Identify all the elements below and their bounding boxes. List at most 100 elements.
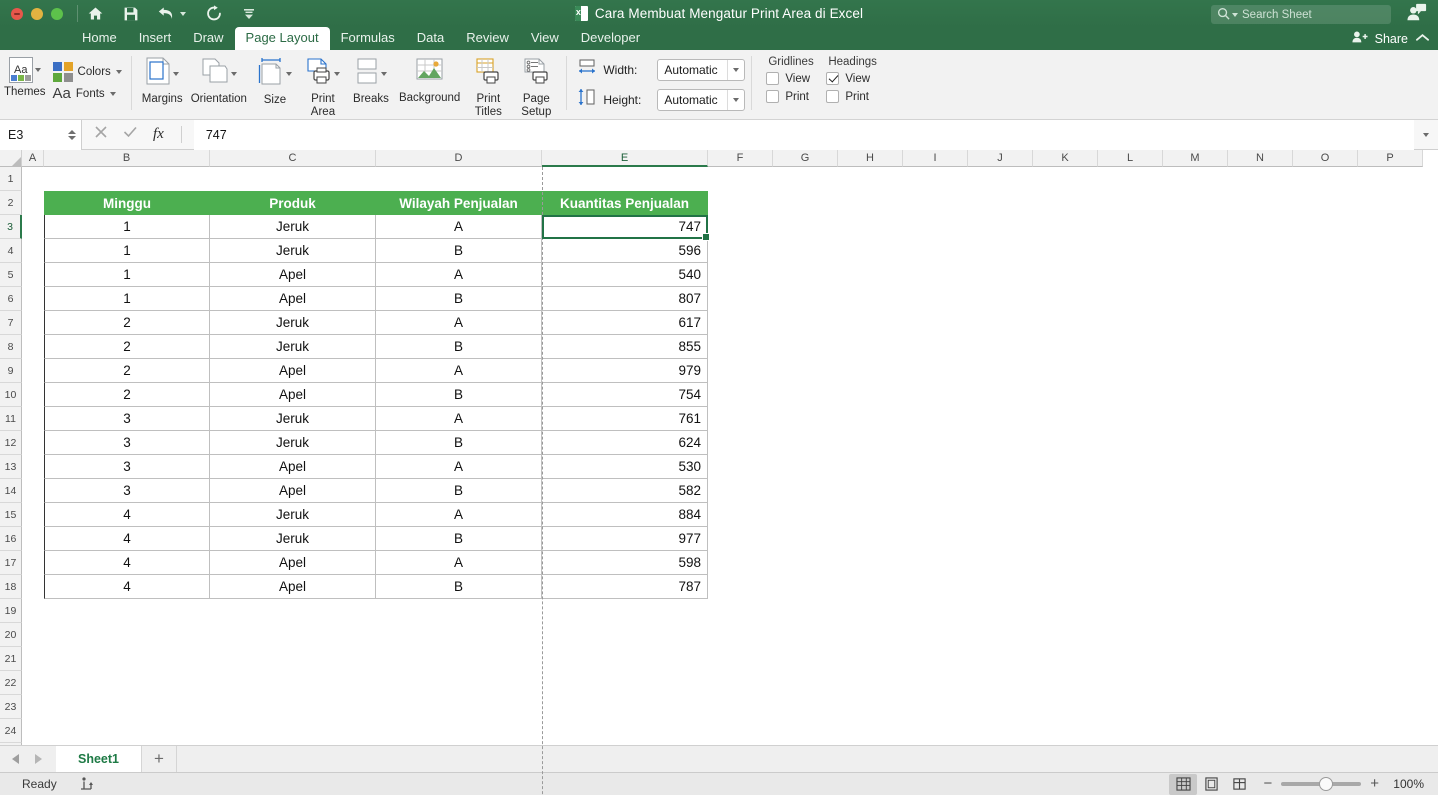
cell-P1[interactable] (1358, 167, 1423, 191)
cell-M2[interactable] (1163, 191, 1228, 215)
cell-M8[interactable] (1163, 335, 1228, 359)
cell-J3[interactable] (968, 215, 1033, 239)
cell-H16[interactable] (838, 527, 903, 551)
cell-I1[interactable] (903, 167, 968, 191)
cell-O16[interactable] (1293, 527, 1358, 551)
cell-M19[interactable] (1163, 599, 1228, 623)
cell-N21[interactable] (1228, 647, 1293, 671)
cell-I21[interactable] (903, 647, 968, 671)
cell-L22[interactable] (1098, 671, 1163, 695)
insert-function-icon[interactable]: fx (153, 126, 164, 143)
cell-L7[interactable] (1098, 311, 1163, 335)
cell-J20[interactable] (968, 623, 1033, 647)
cell-I10[interactable] (903, 383, 968, 407)
cell-G2[interactable] (773, 191, 838, 215)
cell-L16[interactable] (1098, 527, 1163, 551)
row-header-7[interactable]: 7 (0, 311, 22, 335)
row-header-8[interactable]: 8 (0, 335, 22, 359)
orientation-dropdown-icon[interactable] (231, 72, 237, 76)
tab-formulas[interactable]: Formulas (330, 27, 406, 50)
cell-P22[interactable] (1358, 671, 1423, 695)
cell-E19[interactable] (542, 599, 708, 623)
cell-A18[interactable] (22, 575, 44, 599)
cell-G3[interactable] (773, 215, 838, 239)
cell-P8[interactable] (1358, 335, 1423, 359)
row-header-17[interactable]: 17 (0, 551, 22, 575)
cell-E13[interactable]: 530 (542, 455, 708, 479)
cell-C20[interactable] (210, 623, 376, 647)
cell-H19[interactable] (838, 599, 903, 623)
cell-J10[interactable] (968, 383, 1033, 407)
cell-D9[interactable]: A (376, 359, 542, 383)
zoom-out-button[interactable]: − (1263, 778, 1272, 790)
headings-print-checkbox[interactable] (826, 90, 839, 103)
cell-G14[interactable] (773, 479, 838, 503)
cell-B4[interactable]: 1 (44, 239, 210, 263)
cell-C9[interactable]: Apel (210, 359, 376, 383)
collapse-ribbon-icon[interactable] (1415, 32, 1430, 46)
cell-H12[interactable] (838, 431, 903, 455)
cell-K16[interactable] (1033, 527, 1098, 551)
cell-G13[interactable] (773, 455, 838, 479)
cell-N10[interactable] (1228, 383, 1293, 407)
cell-K20[interactable] (1033, 623, 1098, 647)
cell-J16[interactable] (968, 527, 1033, 551)
cell-N20[interactable] (1228, 623, 1293, 647)
cell-M14[interactable] (1163, 479, 1228, 503)
cell-E10[interactable]: 754 (542, 383, 708, 407)
cell-G9[interactable] (773, 359, 838, 383)
cell-K5[interactable] (1033, 263, 1098, 287)
cell-F22[interactable] (708, 671, 773, 695)
cell-K9[interactable] (1033, 359, 1098, 383)
cell-D15[interactable]: A (376, 503, 542, 527)
cell-K11[interactable] (1033, 407, 1098, 431)
cell-H24[interactable] (838, 719, 903, 743)
cell-L2[interactable] (1098, 191, 1163, 215)
cell-G7[interactable] (773, 311, 838, 335)
cell-D12[interactable]: B (376, 431, 542, 455)
cell-J15[interactable] (968, 503, 1033, 527)
cell-M21[interactable] (1163, 647, 1228, 671)
cell-F6[interactable] (708, 287, 773, 311)
cell-C15[interactable]: Jeruk (210, 503, 376, 527)
minimize-window-button[interactable] (31, 8, 43, 20)
cell-H17[interactable] (838, 551, 903, 575)
collaborators-icon[interactable] (1406, 3, 1428, 28)
cell-A21[interactable] (22, 647, 44, 671)
cell-A10[interactable] (22, 383, 44, 407)
cell-B12[interactable]: 3 (44, 431, 210, 455)
cell-E15[interactable]: 884 (542, 503, 708, 527)
page-setup-button[interactable]: PageSetup (512, 54, 560, 118)
cell-F1[interactable] (708, 167, 773, 191)
cell-K8[interactable] (1033, 335, 1098, 359)
cell-J8[interactable] (968, 335, 1033, 359)
cell-N2[interactable] (1228, 191, 1293, 215)
cell-E12[interactable]: 624 (542, 431, 708, 455)
column-header-H[interactable]: H (838, 150, 903, 167)
cell-B19[interactable] (44, 599, 210, 623)
cell-F12[interactable] (708, 431, 773, 455)
cell-J11[interactable] (968, 407, 1033, 431)
gridlines-view-row[interactable]: View (766, 72, 826, 85)
cell-L19[interactable] (1098, 599, 1163, 623)
cell-P3[interactable] (1358, 215, 1423, 239)
cell-I9[interactable] (903, 359, 968, 383)
cell-F11[interactable] (708, 407, 773, 431)
cell-M11[interactable] (1163, 407, 1228, 431)
cell-P15[interactable] (1358, 503, 1423, 527)
cell-C14[interactable]: Apel (210, 479, 376, 503)
redo-icon[interactable] (205, 0, 223, 27)
cell-P23[interactable] (1358, 695, 1423, 719)
column-header-K[interactable]: K (1033, 150, 1098, 167)
cell-F10[interactable] (708, 383, 773, 407)
cell-M13[interactable] (1163, 455, 1228, 479)
cell-P10[interactable] (1358, 383, 1423, 407)
cell-J4[interactable] (968, 239, 1033, 263)
cell-F19[interactable] (708, 599, 773, 623)
column-header-G[interactable]: G (773, 150, 838, 167)
cell-D21[interactable] (376, 647, 542, 671)
cell-I24[interactable] (903, 719, 968, 743)
cell-O15[interactable] (1293, 503, 1358, 527)
cell-M16[interactable] (1163, 527, 1228, 551)
accessibility-icon[interactable] (57, 776, 95, 792)
